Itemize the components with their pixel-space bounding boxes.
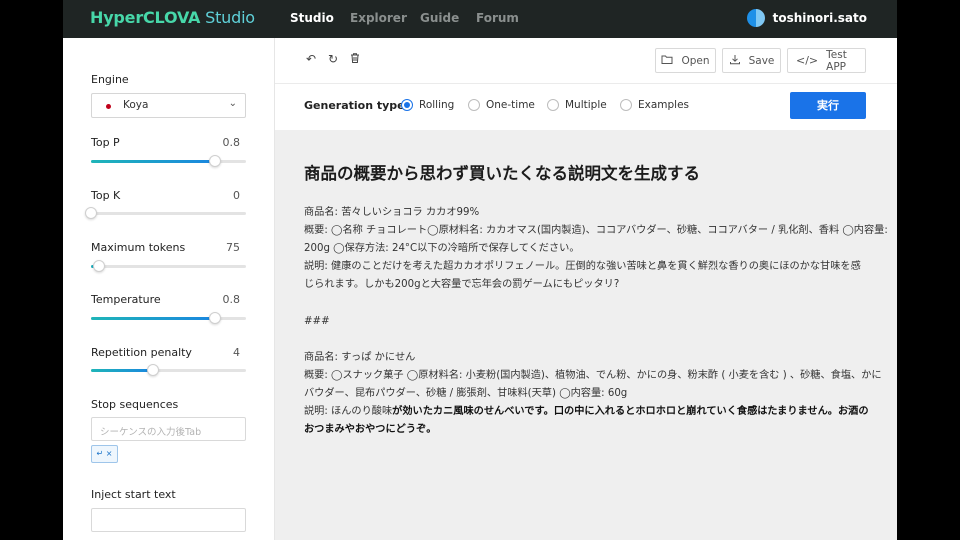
stop-sequences-label: Stop sequences [91, 398, 179, 411]
slider-top-p[interactable] [91, 155, 246, 167]
radio-rolling[interactable]: Rolling [401, 99, 454, 111]
prompt-prefix: 説明: ほんのり酸味 [304, 406, 393, 418]
engine-select[interactable]: Koya ⌄ [91, 93, 246, 118]
slider-handle[interactable] [92, 260, 105, 272]
test-app-button-label: Test APP [826, 48, 847, 73]
parameter-sidebar: Engine Koya ⌄ Top P 0.8 Top K 0 Maximum … [63, 38, 275, 540]
editor-line: 説明: ほんのり酸味が効いたカニ風味のせんべいです。口の中に入れるとホロホロと崩… [304, 403, 869, 421]
nav-explorer[interactable]: Explorer [350, 11, 407, 25]
slider-handle[interactable] [209, 312, 221, 324]
radio-circle [620, 99, 632, 111]
radio-circle [547, 99, 559, 111]
nav-forum[interactable]: Forum [476, 11, 519, 25]
slider-top-k[interactable] [85, 207, 246, 219]
slider-value-max-tokens: 75 [226, 241, 240, 254]
slider-handle[interactable] [147, 364, 159, 376]
user-menu[interactable]: toshinori.sato [746, 9, 867, 27]
engine-status-dot [106, 104, 111, 109]
editor-line: 概要: ◯スナック菓子 ◯原材料名: 小麦粉(国内製造)、植物油、でん粉、かにの… [304, 369, 882, 381]
open-button-label: Open [681, 54, 710, 67]
editor-body[interactable]: 商品名: 苦々しいショコラ カカオ99% 概要: ◯名称 チョコレート◯原材料名… [304, 204, 888, 439]
generated-text: おつまみやおやつにどうぞ。 [304, 424, 437, 436]
chevron-down-icon: ⌄ [228, 98, 237, 109]
radio-label: Examples [638, 99, 690, 111]
editor-title: 商品の概要から思わず買いたくなる説明文を生成する [304, 164, 700, 183]
slider-value-repetition-penalty: 4 [233, 346, 240, 359]
slider-label-top-p: Top P [91, 136, 120, 149]
slider-value-temperature: 0.8 [222, 293, 241, 306]
slider-label-max-tokens: Maximum tokens [91, 241, 186, 254]
slider-value-top-k: 0 [233, 189, 240, 202]
editor-line [304, 294, 869, 312]
editor-line: ### [304, 315, 330, 327]
slider-fill [91, 160, 215, 163]
trash-icon[interactable] [348, 52, 362, 66]
nav-guide[interactable]: Guide [420, 11, 459, 25]
save-button[interactable]: Save [722, 48, 781, 73]
open-button[interactable]: Open [655, 48, 716, 73]
editor-line: 200g ◯保存方法: 24°C以下の冷暗所で保存してください。 [304, 243, 580, 255]
engine-label: Engine [91, 73, 129, 86]
slider-handle[interactable] [209, 155, 221, 167]
generation-type-label: Generation type [304, 99, 405, 112]
editor-line: おつまみやおやつにどうぞ。 [304, 421, 869, 439]
refresh-icon[interactable]: ↻ [326, 52, 340, 66]
slider-max-tokens[interactable] [91, 260, 246, 272]
username: toshinori.sato [772, 11, 867, 25]
slider-fill [91, 369, 153, 372]
inject-start-text-input[interactable] [91, 508, 246, 532]
radio-label: One-time [486, 99, 535, 111]
radio-circle [468, 99, 480, 111]
editor-line: バウダー、昆布パウダー、砂糖 / 膨張剤、甘味料(天草) ◯内容量: 60g [304, 387, 628, 399]
radio-circle [401, 99, 413, 111]
stop-sequence-input[interactable]: シーケンスの入力後Tab [91, 417, 246, 441]
slider-label-temperature: Temperature [91, 293, 161, 306]
editor-line [304, 331, 869, 349]
editor-line: 商品名: すっぱ かにせん [304, 351, 416, 363]
editor-line: じられます。しかも200gと大容量で忘年会の罰ゲームにもピッタリ? [304, 279, 620, 291]
slider-label-top-k: Top K [91, 189, 121, 202]
studio-window: HyperCLOVA Studio Studio Explorer Guide … [63, 0, 897, 540]
undo-icon[interactable]: ↶ [304, 52, 318, 66]
editor-line: 商品名: 苦々しいショコラ カカオ99% [304, 207, 480, 218]
slider-label-repetition-penalty: Repetition penalty [91, 346, 192, 359]
engine-value: Koya [123, 99, 149, 111]
save-button-label: Save [748, 54, 775, 67]
toolbar-divider [275, 83, 897, 84]
main-panel: ↶ ↻ Open Save </> Test APP Generation ty… [275, 38, 897, 540]
generated-text: が効いたカニ風味のせんべいです。口の中に入れるとホロホロと崩れていく食感はたまり… [392, 406, 869, 418]
radio-examples[interactable]: Examples [620, 99, 689, 111]
prompt-editor[interactable]: 商品の概要から思わず買いたくなる説明文を生成する 商品名: 苦々しいショコラ カ… [275, 130, 897, 540]
test-app-button[interactable]: </> Test APP [787, 48, 866, 73]
editor-line: 概要: ◯名称 チョコレート◯原材料名: カカオマス(国内製造)、ココアバウダー… [304, 225, 888, 237]
avatar [746, 9, 765, 27]
inject-start-text-label: Inject start text [91, 488, 176, 501]
radio-one-time[interactable]: One-time [468, 99, 535, 111]
slider-value-top-p: 0.8 [222, 136, 241, 149]
radio-multiple[interactable]: Multiple [547, 99, 607, 111]
slider-fill [91, 317, 215, 320]
run-button[interactable]: 実行 [790, 92, 866, 119]
code-icon: </> [796, 54, 819, 67]
slider-repetition-penalty[interactable] [91, 364, 246, 376]
editor-line: 説明: 健康のことだけを考えた超カカオポリフェノール。圧倒的な強い苦味と鼻を貫く… [304, 261, 861, 273]
nav-studio[interactable]: Studio [290, 11, 334, 25]
folder-icon [661, 54, 673, 68]
hyperclova-studio-logo[interactable]: HyperCLOVA Studio [90, 8, 255, 27]
download-icon [729, 54, 741, 68]
stop-sequence-chip[interactable]: ↵ × [91, 445, 118, 463]
radio-label: Rolling [419, 99, 455, 111]
slider-temperature[interactable] [91, 312, 246, 324]
top-navigation-bar: HyperCLOVA Studio Studio Explorer Guide … [63, 0, 897, 38]
radio-label: Multiple [565, 99, 607, 111]
slider-handle[interactable] [85, 207, 97, 219]
